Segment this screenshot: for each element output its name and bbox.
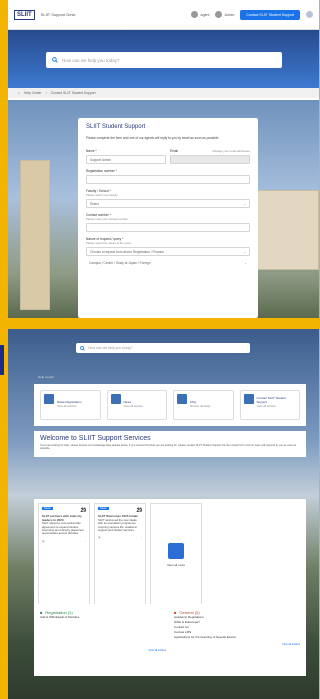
search-input[interactable]: How can we help you today? (46, 52, 282, 68)
campus-background: How can we help you today? Help Center R… (8, 329, 319, 699)
top-header: SLIIT SLIIT Support Desk Agent Admin Con… (8, 0, 319, 30)
arrow-icon: › (85, 538, 86, 543)
tile-sub: View all articles (256, 404, 276, 408)
support-form-card: SLIIT Student Support Please complete th… (78, 118, 258, 318)
registration-field[interactable] (86, 175, 250, 184)
arrow-icon: › (141, 535, 142, 540)
name-value: Support Admin (90, 157, 111, 162)
registration-label: Registration number * (86, 169, 117, 173)
tile-sub: View all articles (57, 404, 77, 408)
campus-building-right (248, 190, 319, 270)
registration-category: ■ Registration (1) Add & Withdrawal of Mo… (40, 610, 166, 670)
chevron-down-icon: ⌄ (243, 249, 246, 254)
sliit-logo[interactable]: SLIIT (14, 9, 35, 20)
view-all-news-card[interactable]: View all news (150, 503, 202, 607)
general-more-link[interactable]: View all articles (174, 642, 300, 647)
quick-links: Raise Registration View all articles News… (34, 384, 306, 426)
search-icon (80, 345, 85, 351)
news-icon (168, 543, 184, 559)
card-day: 29 (80, 508, 86, 515)
category-panel: ■ Registration (1) Add & Withdrawal of Mo… (34, 604, 306, 676)
form-description: Please complete the form and one of our … (86, 136, 220, 140)
news-cards: News JUL 29 SLIIT partners with industry … (34, 499, 306, 611)
tile-sub: Browse all FAQs (190, 404, 211, 408)
email-hint[interactable]: Manage your email addresses (213, 149, 250, 153)
registration-more-link[interactable]: View all articles (40, 648, 166, 653)
campus-building-left (20, 160, 50, 310)
request-hint: Please select the nature of the query (86, 241, 132, 245)
tile-registration[interactable]: Raise Registration View all articles (40, 390, 101, 420)
card-body: SLIIT welcomed the new intake with an or… (98, 517, 138, 533)
contact-field[interactable] (86, 223, 250, 232)
tile-sub: View all articles (123, 404, 143, 408)
faculty-value: Select (90, 201, 99, 206)
email-label: Email (170, 149, 178, 153)
agent-menu[interactable]: Agent (191, 11, 209, 18)
campus-value: Campus / Center / Study at Japan / Forei… (89, 260, 151, 265)
agent-icon (191, 11, 199, 18)
view-all-news-label: View all news (166, 563, 186, 567)
faculty-select[interactable]: Select ⌄ (86, 199, 250, 208)
article-link[interactable]: Applications for the Granting of Special… (174, 635, 300, 640)
registration-icon (44, 394, 54, 404)
breadcrumb-home[interactable]: Help Center (24, 91, 42, 95)
request-select[interactable]: Choose a request from above Registration… (86, 247, 250, 256)
admin-menu[interactable]: Admin (215, 11, 234, 18)
email-field[interactable] (170, 155, 250, 164)
general-category: ■ General (5) Academic Regulations What i… (174, 610, 300, 670)
tile-contact[interactable]: Contact SLIIT Student Support View all ar… (239, 390, 300, 420)
site-title[interactable]: SLIIT Support Desk (41, 12, 76, 17)
chevron-down-icon: ⌄ (244, 260, 247, 265)
left-accent-strip (0, 345, 4, 375)
chevron-down-icon: ⌄ (243, 201, 246, 206)
hero-banner: How can we help you today? (8, 30, 319, 88)
news-card[interactable]: News JUL 29 SLIIT partners with industry … (38, 503, 90, 607)
faq-icon (177, 394, 187, 404)
search-input[interactable]: How can we help you today? (76, 343, 250, 353)
admin-label: Admin (224, 12, 235, 17)
news-badge: News (42, 507, 53, 511)
tile-faq[interactable]: FAQ Browse all FAQs (173, 390, 234, 420)
card-body: SLIIT signed a new partnership agreement… (42, 521, 84, 536)
request-value: Choose a request from above Registration… (90, 249, 164, 254)
admin-icon (215, 11, 223, 18)
name-label: Name * (86, 149, 97, 153)
news-badge: News (98, 507, 109, 511)
breadcrumb: ⌂ Help Center › Contact SLIIT Student Su… (8, 88, 319, 98)
contact-hint: Please enter your contact number (86, 217, 128, 221)
contact-form-screen: SLIIT SLIIT Support Desk Agent Admin Con… (8, 0, 319, 318)
welcome-title: Welcome to SLIIT Support Services (40, 435, 151, 442)
home-icon[interactable]: ⌂ (18, 91, 20, 95)
campus-select[interactable]: Campus / Center / Study at Japan / Forei… (86, 258, 250, 267)
welcome-text: If you are looking for help, please brow… (40, 444, 297, 451)
search-icon (52, 57, 58, 63)
contact-icon (243, 394, 254, 404)
eye-icon: ◉ (98, 535, 101, 540)
article-link[interactable]: Add & Withdrawal of Modules (40, 615, 166, 620)
eye-icon: ◉ (42, 538, 45, 543)
tile-title: Contact SLIIT Student Support (256, 396, 286, 404)
news-card[interactable]: News JUL 29 SLIIT Welcomes 2023 Intake SL… (94, 503, 146, 607)
news-icon (110, 394, 121, 404)
faculty-hint: Please select your faculty (86, 193, 118, 197)
form-title: SLIIT Student Support (86, 124, 146, 130)
breadcrumb-home[interactable]: Help Center (38, 375, 54, 379)
welcome-panel: Welcome to SLIIT Support Services If you… (34, 431, 306, 457)
tile-news[interactable]: News View all articles (106, 390, 167, 420)
search-placeholder: How can we help you today? (88, 346, 133, 350)
contact-support-button[interactable]: Contact SLIIT Student Support (240, 9, 300, 20)
breadcrumb-current: Contact SLIIT Student Support (50, 91, 96, 95)
campus-background: SLIIT Student Support Please complete th… (8, 100, 319, 318)
search-placeholder: How can we help you today? (62, 57, 120, 63)
name-field[interactable]: Support Admin (86, 155, 166, 164)
agent-label: Agent (200, 12, 210, 17)
avatar[interactable] (306, 11, 313, 18)
card-day: 29 (136, 508, 142, 515)
help-center-screen: How can we help you today? Help Center R… (8, 329, 319, 699)
